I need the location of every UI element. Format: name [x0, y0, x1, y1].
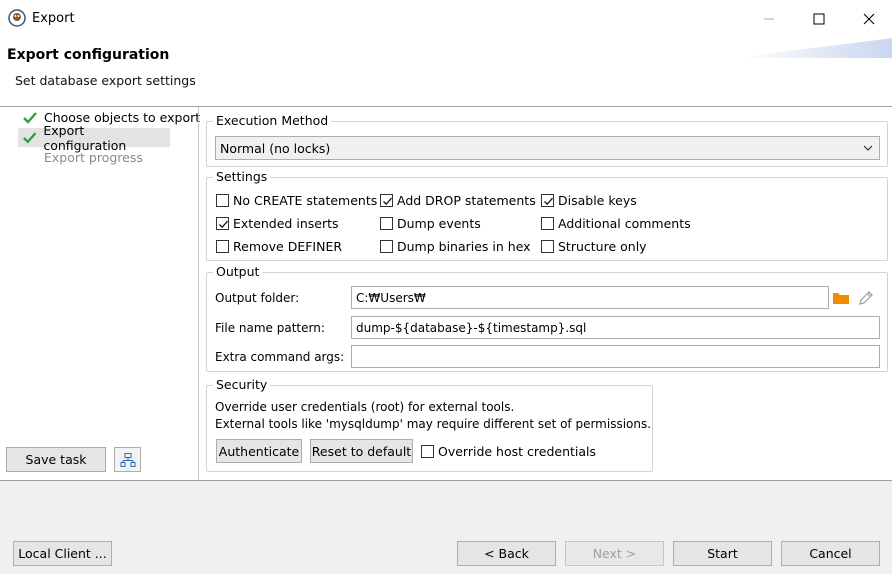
security-description-line2: External tools like 'mysqldump' may requ… [215, 417, 652, 431]
network-icon [120, 452, 135, 467]
output-folder-input[interactable]: C:₩Users₩ [351, 286, 829, 309]
no-create-statements-checkbox[interactable]: No CREATE statements [216, 191, 377, 209]
checkbox-box [380, 216, 393, 230]
execution-method-select[interactable]: Normal (no locks) [215, 136, 880, 160]
back-button[interactable]: < Back [457, 541, 556, 566]
folder-icon[interactable] [832, 290, 850, 306]
check-icon [23, 131, 37, 144]
disable-keys-checkbox[interactable]: Disable keys [541, 191, 637, 209]
checkbox-box [380, 239, 393, 253]
checkbox-label: Structure only [558, 238, 647, 254]
security-description-line1: Override user credentials (root) for ext… [215, 400, 515, 414]
add-drop-statements-checkbox[interactable]: Add DROP statements [380, 191, 536, 209]
nav-item-export-progress: Export progress [18, 148, 147, 167]
remove-definer-checkbox[interactable]: Remove DEFINER [216, 237, 342, 255]
checkbox-box [421, 444, 434, 458]
checkbox-label: Dump events [397, 215, 481, 231]
file-name-pattern-value: dump-${database}-${timestamp}.sql [356, 320, 587, 335]
network-config-button[interactable] [114, 447, 141, 472]
nav-item-label: Export progress [44, 150, 143, 165]
output-folder-value: C:₩Users₩ [356, 290, 426, 305]
checkbox-label: Disable keys [558, 192, 637, 208]
checkbox-label: Override host credentials [438, 443, 597, 459]
page-title: Export configuration [7, 47, 170, 63]
checkbox-label: Remove DEFINER [233, 238, 343, 254]
next-button[interactable]: Next > [565, 541, 664, 566]
checkbox-label: No CREATE statements [233, 192, 378, 208]
execution-method-value: Normal (no locks) [220, 140, 331, 156]
window-title: Export [32, 11, 75, 26]
extended-inserts-checkbox[interactable]: Extended inserts [216, 214, 339, 232]
extra-command-args-label: Extra command args: [215, 350, 345, 364]
file-name-pattern-label: File name pattern: [215, 321, 325, 335]
nav-item-export-configuration[interactable]: Export configuration [18, 123, 170, 153]
settings-title: Settings [213, 169, 271, 184]
dump-events-checkbox[interactable]: Dump events [380, 214, 481, 232]
output-title: Output [213, 264, 263, 279]
save-task-button[interactable]: Save task [6, 447, 106, 472]
checkbox-label: Extended inserts [233, 215, 339, 231]
override-host-credentials-checkbox[interactable]: Override host credentials [421, 442, 596, 460]
nav-divider [198, 107, 199, 480]
start-button[interactable]: Start [673, 541, 772, 566]
dump-binaries-hex-checkbox[interactable]: Dump binaries in hex [380, 237, 531, 255]
checkbox-box [380, 193, 393, 207]
checkbox-label: Add DROP statements [397, 192, 536, 208]
checkmark-icon [383, 197, 392, 205]
security-title: Security [213, 377, 271, 392]
chevron-down-icon [863, 145, 873, 151]
checkbox-box [216, 193, 229, 207]
close-icon [863, 13, 875, 25]
execution-method-title: Execution Method [213, 113, 332, 128]
checkmark-icon [544, 197, 553, 205]
local-client-button[interactable]: Local Client ... [13, 541, 112, 566]
checkbox-box [541, 239, 554, 253]
file-name-pattern-input[interactable]: dump-${database}-${timestamp}.sql [351, 316, 880, 339]
reset-to-default-button[interactable]: Reset to default [310, 439, 413, 463]
checkbox-box [541, 216, 554, 230]
header-divider [0, 106, 892, 107]
extra-command-args-input[interactable] [351, 345, 880, 368]
checkmark-icon [219, 220, 228, 228]
checkbox-box [541, 193, 554, 207]
header-banner-graphic [740, 38, 892, 58]
edit-pencil-icon[interactable] [857, 289, 875, 307]
cancel-button[interactable]: Cancel [781, 541, 880, 566]
page-subtitle: Set database export settings [15, 73, 196, 88]
checkbox-label: Dump binaries in hex [397, 238, 531, 254]
checkbox-box [216, 239, 229, 253]
authenticate-button[interactable]: Authenticate [216, 439, 302, 463]
checkbox-box [216, 216, 229, 230]
minimize-icon [764, 18, 774, 20]
check-icon [23, 111, 37, 124]
app-icon [8, 9, 26, 27]
checkbox-label: Additional comments [558, 215, 691, 231]
additional-comments-checkbox[interactable]: Additional comments [541, 214, 691, 232]
maximize-icon [813, 13, 825, 25]
output-folder-label: Output folder: [215, 291, 300, 305]
structure-only-checkbox[interactable]: Structure only [541, 237, 647, 255]
